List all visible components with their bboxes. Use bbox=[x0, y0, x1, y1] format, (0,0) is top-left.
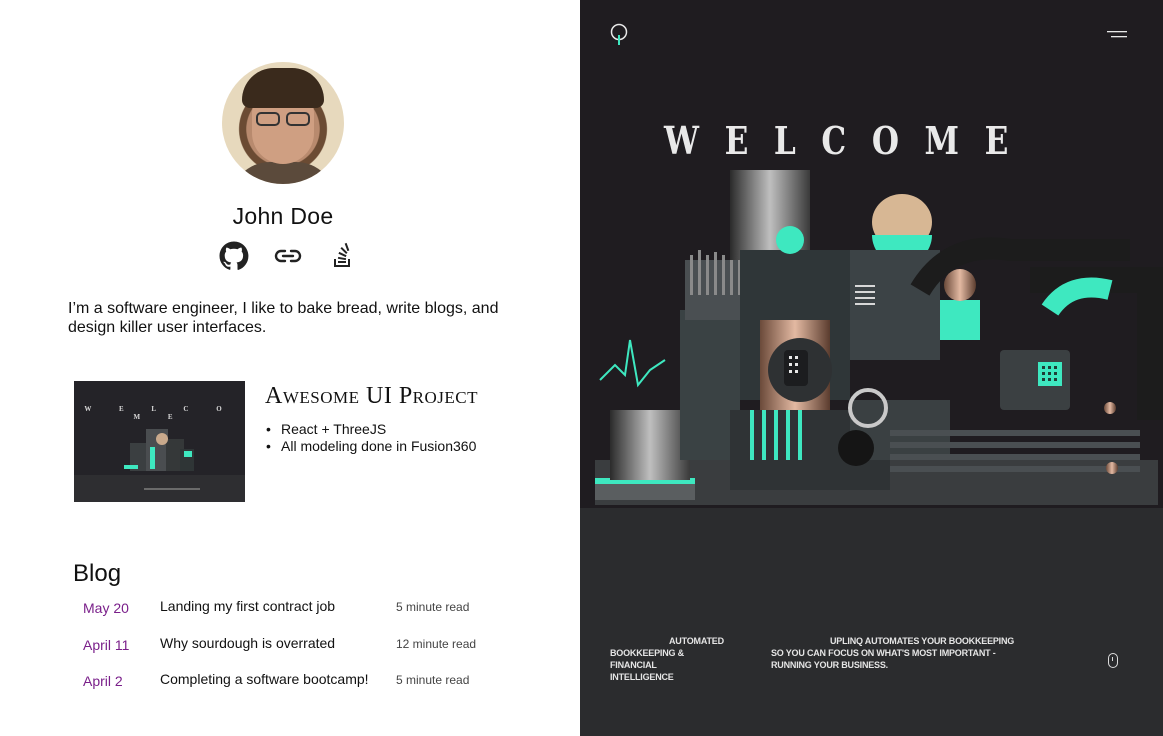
welcome-letter: O bbox=[871, 118, 899, 163]
bio-text: I’m a software engineer, I like to bake … bbox=[68, 300, 499, 336]
profile-name: John Doe bbox=[232, 203, 334, 229]
link-icon[interactable] bbox=[272, 240, 304, 272]
caption-uplinq-line3: RUNNING YOUR BUSINESS. bbox=[771, 660, 888, 670]
project-title[interactable]: Awesome UI Project bbox=[265, 383, 478, 410]
blog-post-row[interactable]: May 20 Landing my first contract job 5 m… bbox=[83, 598, 503, 618]
read-time: 5 minute read bbox=[396, 673, 470, 687]
blog-post-row[interactable]: April 2 Completing a software bootcamp! … bbox=[83, 671, 503, 691]
read-time: 12 minute read bbox=[396, 637, 477, 651]
list-item: React + ThreeJS bbox=[266, 421, 476, 438]
caption-intelligence: INTELLIGENCE bbox=[610, 672, 674, 682]
caption-financial: FINANCIAL bbox=[610, 660, 657, 670]
caption-uplinq-line1: UPLINQ AUTOMATES YOUR BOOKKEEPING bbox=[830, 636, 1015, 646]
post-title[interactable]: Completing a software bootcamp! bbox=[160, 671, 369, 687]
project-thumbnail[interactable]: W E L C O M E bbox=[74, 381, 245, 502]
post-date: April 2 bbox=[83, 673, 123, 689]
post-date: May 20 bbox=[83, 600, 129, 616]
welcome-letter: E bbox=[984, 118, 1009, 163]
menu-icon[interactable] bbox=[1107, 30, 1127, 40]
welcome-letter: M bbox=[924, 118, 960, 163]
welcome-letter: E bbox=[724, 118, 749, 163]
profile-panel: John Doe I’m a software engineer, I like… bbox=[0, 0, 580, 736]
welcome-letter: C bbox=[821, 118, 847, 163]
showcase-panel: W E L C O M E AUTOMATED BOOKKEEPING & FI… bbox=[580, 0, 1163, 736]
logo-icon[interactable] bbox=[609, 23, 629, 47]
caption-automated: AUTOMATED bbox=[669, 636, 724, 646]
caption-uplinq-line2: SO YOU CAN FOCUS ON WHAT'S MOST IMPORTAN… bbox=[771, 648, 996, 658]
caption-bookkeeping: BOOKKEEPING & bbox=[610, 648, 684, 658]
thumbnail-scene bbox=[124, 429, 194, 471]
welcome-letter: W bbox=[664, 118, 700, 163]
post-title[interactable]: Why sourdough is overrated bbox=[160, 635, 335, 651]
stackoverflow-icon[interactable] bbox=[326, 240, 358, 272]
project-bullets: React + ThreeJS All modeling done in Fus… bbox=[266, 421, 476, 455]
read-time: 5 minute read bbox=[396, 600, 470, 614]
blog-heading: Blog bbox=[73, 560, 122, 587]
showcase-footer-area bbox=[580, 508, 1163, 736]
github-icon[interactable] bbox=[218, 240, 250, 272]
post-date: April 11 bbox=[83, 637, 130, 653]
welcome-heading: W E L C O M E bbox=[664, 118, 1008, 163]
avatar bbox=[222, 62, 344, 184]
welcome-letter: L bbox=[773, 118, 796, 163]
post-title[interactable]: Landing my first contract job bbox=[160, 598, 335, 614]
mouse-scroll-icon[interactable] bbox=[1108, 653, 1118, 668]
3d-render-scene bbox=[595, 170, 1163, 505]
social-links bbox=[218, 240, 358, 272]
blog-post-row[interactable]: April 11 Why sourdough is overrated 12 m… bbox=[83, 635, 503, 655]
list-item: All modeling done in Fusion360 bbox=[266, 438, 476, 455]
